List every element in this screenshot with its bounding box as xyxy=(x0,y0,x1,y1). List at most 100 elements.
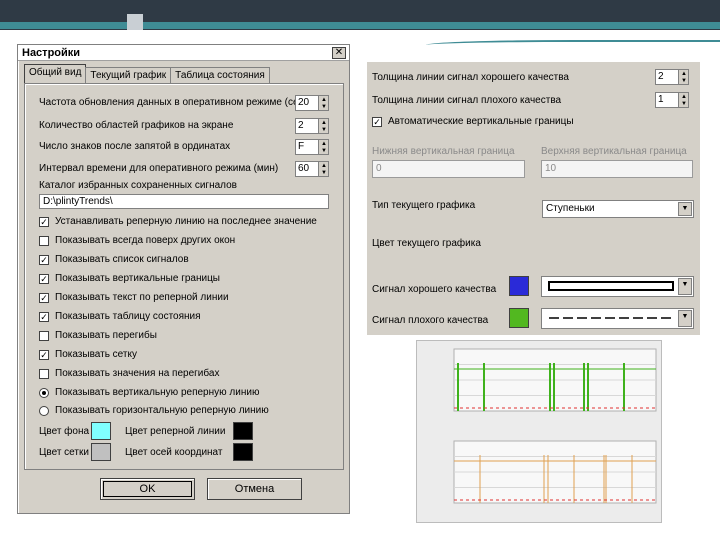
spin-up-icon[interactable]: ▲ xyxy=(321,97,327,103)
check-inflection-values[interactable]: Показывать значения на перегибах xyxy=(39,368,219,379)
chart-type-label: Тип текущего графика xyxy=(372,200,476,211)
checkbox-checked-icon[interactable]: ✓ xyxy=(39,311,49,322)
dialog-titlebar: Настройки xyxy=(18,45,349,61)
radio-label: Показывать горизонтальную реперную линию xyxy=(55,405,269,416)
spin-up-icon[interactable]: ▲ xyxy=(321,141,327,147)
cancel-button[interactable]: Отмена xyxy=(207,478,302,500)
refresh-rate-label: Частота обновления данных в оперативном … xyxy=(39,97,307,108)
refresh-rate-spinner[interactable]: 20 ▲ ▼ xyxy=(295,95,329,111)
chevron-down-icon[interactable]: ▼ xyxy=(678,202,692,216)
trend-charts-preview xyxy=(416,340,662,523)
chart-type-value: Ступеньки xyxy=(546,203,595,214)
check-signal-list[interactable]: ✓ Показывать список сигналов xyxy=(39,254,189,265)
radio-label: Показывать вертикальную реперную линию xyxy=(55,387,260,398)
spin-down-icon[interactable]: ▼ xyxy=(681,101,687,107)
catalog-label: Каталог избранных сохраненных сигналов xyxy=(39,180,237,191)
slide-accent-stripe xyxy=(0,22,720,29)
checkbox-icon[interactable] xyxy=(39,330,49,341)
check-always-on-top[interactable]: Показывать всегда поверх других окон xyxy=(39,235,235,246)
chevron-down-icon[interactable]: ▼ xyxy=(678,278,692,295)
bg-color-swatch[interactable] xyxy=(91,422,111,440)
ref-color-label: Цвет реперной линии xyxy=(125,426,226,437)
tab-status-table[interactable]: Таблица состояния xyxy=(170,67,270,83)
spin-down-icon[interactable]: ▼ xyxy=(681,78,687,84)
upper-bound-label: Верхняя вертикальная граница xyxy=(541,146,687,157)
checkbox-icon[interactable] xyxy=(39,235,49,246)
check-ref-text[interactable]: ✓ Показывать текст по реперной линии xyxy=(39,292,229,303)
spin-up-icon[interactable]: ▲ xyxy=(321,120,327,126)
check-label: Показывать перегибы xyxy=(55,330,157,341)
check-inflections[interactable]: Показывать перегибы xyxy=(39,330,157,341)
check-label: Автоматические вертикальные границы xyxy=(388,116,574,127)
decimals-spinner[interactable]: F ▲ ▼ xyxy=(295,139,329,155)
catalog-path-input[interactable]: D:\plintyTrends\ xyxy=(39,194,329,209)
chart-areas-label: Количество областей графиков на экране xyxy=(39,120,234,131)
checkbox-checked-icon[interactable]: ✓ xyxy=(39,273,49,284)
current-chart-panel: Толщина линии сигнал хорошего качества 2… xyxy=(367,62,700,335)
spin-up-icon[interactable]: ▲ xyxy=(321,163,327,169)
interval-value: 60 xyxy=(298,163,310,174)
checkbox-checked-icon[interactable]: ✓ xyxy=(39,349,49,360)
general-tab-panel: Частота обновления данных в оперативном … xyxy=(24,83,344,470)
upper-bound-input[interactable]: 10 xyxy=(541,160,693,178)
bad-width-spinner[interactable]: 1 ▲ ▼ xyxy=(655,92,689,108)
tab-current-chart[interactable]: Текущий график xyxy=(85,67,172,83)
dashed-line-preview-icon xyxy=(549,317,673,319)
radio-vertical-ref[interactable]: Показывать вертикальную реперную линию xyxy=(39,387,259,398)
good-width-spinner[interactable]: 2 ▲ ▼ xyxy=(655,69,689,85)
good-signal-color-swatch[interactable] xyxy=(509,276,529,296)
check-ref-last[interactable]: ✓ Устанавливать реперную линию на последн… xyxy=(39,216,317,227)
ref-color-swatch[interactable] xyxy=(233,422,253,440)
close-icon[interactable]: ✕ xyxy=(332,47,346,59)
bg-color-label: Цвет фона xyxy=(39,426,90,437)
radio-icon[interactable] xyxy=(39,405,49,416)
ok-button[interactable]: OK xyxy=(100,478,195,500)
spin-down-icon[interactable]: ▼ xyxy=(321,104,327,110)
interval-label: Интервал времени для оперативного режима… xyxy=(39,163,279,174)
spin-down-icon[interactable]: ▼ xyxy=(321,148,327,154)
trend-charts-graphic xyxy=(453,348,657,504)
spin-up-icon[interactable]: ▲ xyxy=(681,94,687,100)
checkbox-checked-icon[interactable]: ✓ xyxy=(39,216,49,227)
bad-signal-color-swatch[interactable] xyxy=(509,308,529,328)
checkbox-checked-icon[interactable]: ✓ xyxy=(39,292,49,303)
check-status-table[interactable]: ✓ Показывать таблицу состояния xyxy=(39,311,201,322)
good-line-style-select[interactable]: ▼ xyxy=(541,276,694,297)
spin-down-icon[interactable]: ▼ xyxy=(321,127,327,133)
check-auto-bounds[interactable]: ✓ Автоматические вертикальные границы xyxy=(372,116,574,127)
checkbox-checked-icon[interactable]: ✓ xyxy=(372,116,382,127)
check-vertical-bounds[interactable]: ✓ Показывать вертикальные границы xyxy=(39,273,220,284)
check-label: Показывать вертикальные границы xyxy=(55,273,220,284)
tab-general[interactable]: Общий вид xyxy=(24,64,87,83)
good-signal-label: Сигнал хорошего качества xyxy=(372,284,497,295)
check-label: Показывать список сигналов xyxy=(55,254,189,265)
check-label: Показывать таблицу состояния xyxy=(55,311,201,322)
chart-areas-spinner[interactable]: 2 ▲ ▼ xyxy=(295,118,329,134)
tab-strip: Общий вид Текущий график Таблица состоян… xyxy=(24,64,270,83)
check-grid[interactable]: ✓ Показывать сетку xyxy=(39,349,137,360)
dialog-title: Настройки xyxy=(22,46,81,59)
lower-bound-input[interactable]: 0 xyxy=(372,160,525,178)
axes-color-swatch[interactable] xyxy=(233,443,253,461)
checkbox-icon[interactable] xyxy=(39,368,49,379)
axes-color-label: Цвет осей координат xyxy=(125,447,223,458)
bad-width-label: Толщина линии сигнал плохого качества xyxy=(372,95,562,106)
chart-type-select[interactable]: Ступеньки ▼ xyxy=(542,200,694,218)
check-label: Показывать текст по реперной линии xyxy=(55,292,229,303)
bad-signal-label: Сигнал плохого качества xyxy=(372,315,489,326)
grid-color-swatch[interactable] xyxy=(91,443,111,461)
slide-curve-ornament xyxy=(426,40,720,50)
chevron-down-icon[interactable]: ▼ xyxy=(678,310,692,327)
refresh-rate-value: 20 xyxy=(298,97,310,108)
interval-spinner[interactable]: 60 ▲ ▼ xyxy=(295,161,329,177)
bad-width-value: 1 xyxy=(658,94,664,105)
radio-selected-icon[interactable] xyxy=(39,387,49,398)
chart-color-label: Цвет текущего графика xyxy=(372,238,481,249)
checkbox-checked-icon[interactable]: ✓ xyxy=(39,254,49,265)
bad-line-style-select[interactable]: ▼ xyxy=(541,308,694,329)
spin-down-icon[interactable]: ▼ xyxy=(321,170,327,176)
spin-up-icon[interactable]: ▲ xyxy=(681,71,687,77)
good-width-label: Толщина линии сигнал хорошего качества xyxy=(372,72,569,83)
radio-horizontal-ref[interactable]: Показывать горизонтальную реперную линию xyxy=(39,405,269,416)
settings-dialog: Настройки ✕ Общий вид Текущий график Таб… xyxy=(17,44,350,514)
